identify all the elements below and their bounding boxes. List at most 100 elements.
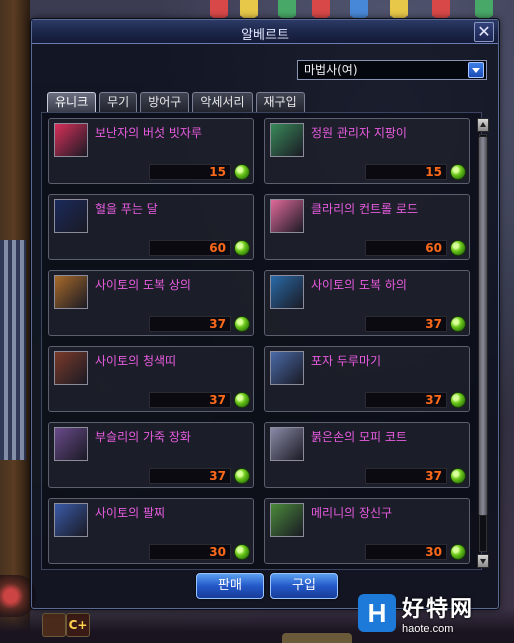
flower-rod-icon — [270, 199, 304, 233]
item-name: 포자 두루마기 — [311, 354, 382, 368]
spore-robe-icon — [270, 351, 304, 385]
window-titlebar[interactable]: 알베르트 ✕ — [32, 20, 498, 44]
scroll-down-arrow-icon[interactable] — [477, 554, 489, 568]
coin-icon — [234, 164, 250, 180]
item-price: 37 — [209, 393, 226, 407]
item-price: 37 — [425, 469, 442, 483]
list-item[interactable]: 보난자의 버섯 빗자루 15 — [48, 118, 254, 184]
shop-window: 알베르트 ✕ 마법사(여) 유니크 무기 방어구 악세서리 재구입 보난자의 버… — [31, 19, 499, 609]
tab-unique[interactable]: 유니크 — [47, 92, 97, 112]
watermark-logo: H — [358, 594, 396, 632]
coin-icon — [450, 544, 466, 560]
coin-icon — [450, 392, 466, 408]
list-item[interactable]: 사이토의 팔찌 30 — [48, 498, 254, 564]
item-name: 메리니의 장신구 — [311, 506, 393, 520]
coin-icon — [450, 164, 466, 180]
sell-button[interactable]: 판매 — [196, 573, 264, 599]
item-name: 혈을 푸는 달 — [95, 202, 158, 216]
chevron-down-icon[interactable] — [468, 62, 484, 78]
list-item[interactable]: 혈을 푸는 달 60 — [48, 194, 254, 260]
price-field: 37 — [365, 468, 447, 484]
bracelet-icon — [54, 503, 88, 537]
item-price: 15 — [209, 165, 226, 179]
coin-icon — [450, 316, 466, 332]
item-name: 사이토의 도복 상의 — [95, 278, 191, 292]
skill-slot-icon[interactable] — [42, 613, 66, 637]
item-name: 정원 관리자 지팡이 — [311, 126, 407, 140]
charm-icon — [270, 503, 304, 537]
coin-icon — [234, 392, 250, 408]
item-price: 37 — [425, 317, 442, 331]
price-field: 37 — [149, 468, 231, 484]
tab-accessory[interactable]: 악세서리 — [192, 92, 253, 112]
close-button[interactable]: ✕ — [474, 22, 494, 42]
price-field: 37 — [365, 316, 447, 332]
coin-icon — [234, 468, 250, 484]
price-field: 30 — [365, 544, 447, 560]
price-field: 30 — [149, 544, 231, 560]
scroll-thumb[interactable] — [478, 136, 488, 516]
background-pillar — [0, 240, 26, 460]
tab-armor[interactable]: 방어구 — [140, 92, 190, 112]
watermark-url: haote.com — [402, 623, 454, 635]
list-item[interactable]: 클라리의 컨트롤 로드 60 — [264, 194, 470, 260]
list-item[interactable]: 사이토의 청색띠 37 — [48, 346, 254, 412]
item-list: 보난자의 버섯 빗자루 15 정원 관리자 지팡이 15 혈을 푸는 달 60 … — [41, 112, 482, 570]
job-dropdown[interactable]: 마법사(여) — [297, 60, 487, 80]
buy-button[interactable]: 구입 — [270, 573, 338, 599]
item-name: 부슬리의 가죽 장화 — [95, 430, 191, 444]
item-name: 보난자의 버섯 빗자루 — [95, 126, 202, 140]
item-name: 사이토의 팔찌 — [95, 506, 166, 520]
coin-icon — [450, 240, 466, 256]
window-title: 알베르트 — [241, 28, 289, 43]
list-item[interactable]: 사이토의 도복 상의 37 — [48, 270, 254, 336]
price-field: 15 — [365, 164, 447, 180]
item-list-scrollbar[interactable] — [477, 118, 489, 568]
price-field: 60 — [149, 240, 231, 256]
category-tabs: 유니크 무기 방어구 악세서리 재구입 — [47, 92, 305, 112]
price-field: 60 — [365, 240, 447, 256]
coin-icon — [234, 240, 250, 256]
item-price: 30 — [209, 545, 226, 559]
item-price: 37 — [209, 469, 226, 483]
scroll-up-arrow-icon[interactable] — [477, 118, 489, 132]
list-item[interactable]: 정원 관리자 지팡이 15 — [264, 118, 470, 184]
leather-boots-icon — [54, 427, 88, 461]
item-price: 60 — [209, 241, 226, 255]
job-dropdown-value: 마법사(여) — [304, 63, 358, 77]
item-price: 30 — [425, 545, 442, 559]
hud-center-tab — [282, 633, 352, 643]
mushroom-broom-icon — [54, 123, 88, 157]
item-price: 60 — [425, 241, 442, 255]
blue-belt-icon — [54, 351, 88, 385]
item-name: 사이토의 청색띠 — [95, 354, 177, 368]
fur-coat-icon — [270, 427, 304, 461]
coin-icon — [234, 316, 250, 332]
item-name: 사이토의 도복 하의 — [311, 278, 407, 292]
coin-icon — [450, 468, 466, 484]
list-item[interactable]: 사이토의 도복 하의 37 — [264, 270, 470, 336]
coin-icon — [234, 544, 250, 560]
tab-weapon[interactable]: 무기 — [99, 92, 138, 112]
list-item[interactable]: 포자 두루마기 37 — [264, 346, 470, 412]
item-name: 클라리의 컨트롤 로드 — [311, 202, 418, 216]
item-name: 붉은손의 모피 코트 — [311, 430, 407, 444]
tab-rebuy[interactable]: 재구입 — [255, 92, 305, 112]
dobok-top-icon — [54, 275, 88, 309]
dobok-bottom-icon — [270, 275, 304, 309]
price-field: 15 — [149, 164, 231, 180]
list-item[interactable]: 붉은손의 모피 코트 37 — [264, 422, 470, 488]
watermark-text: 好特网 haote.com — [402, 591, 474, 635]
watermark-title: 好特网 — [402, 597, 475, 622]
crescent-moon-icon — [54, 199, 88, 233]
list-item[interactable]: 메리니의 장신구 30 — [264, 498, 470, 564]
price-field: 37 — [149, 392, 231, 408]
item-price: 15 — [425, 165, 442, 179]
price-field: 37 — [365, 392, 447, 408]
garden-staff-icon — [270, 123, 304, 157]
watermark: H 好特网 haote.com — [358, 591, 508, 635]
price-field: 37 — [149, 316, 231, 332]
item-price: 37 — [425, 393, 442, 407]
list-item[interactable]: 부슬리의 가죽 장화 37 — [48, 422, 254, 488]
skill-plus-button[interactable]: C+ — [66, 613, 90, 637]
